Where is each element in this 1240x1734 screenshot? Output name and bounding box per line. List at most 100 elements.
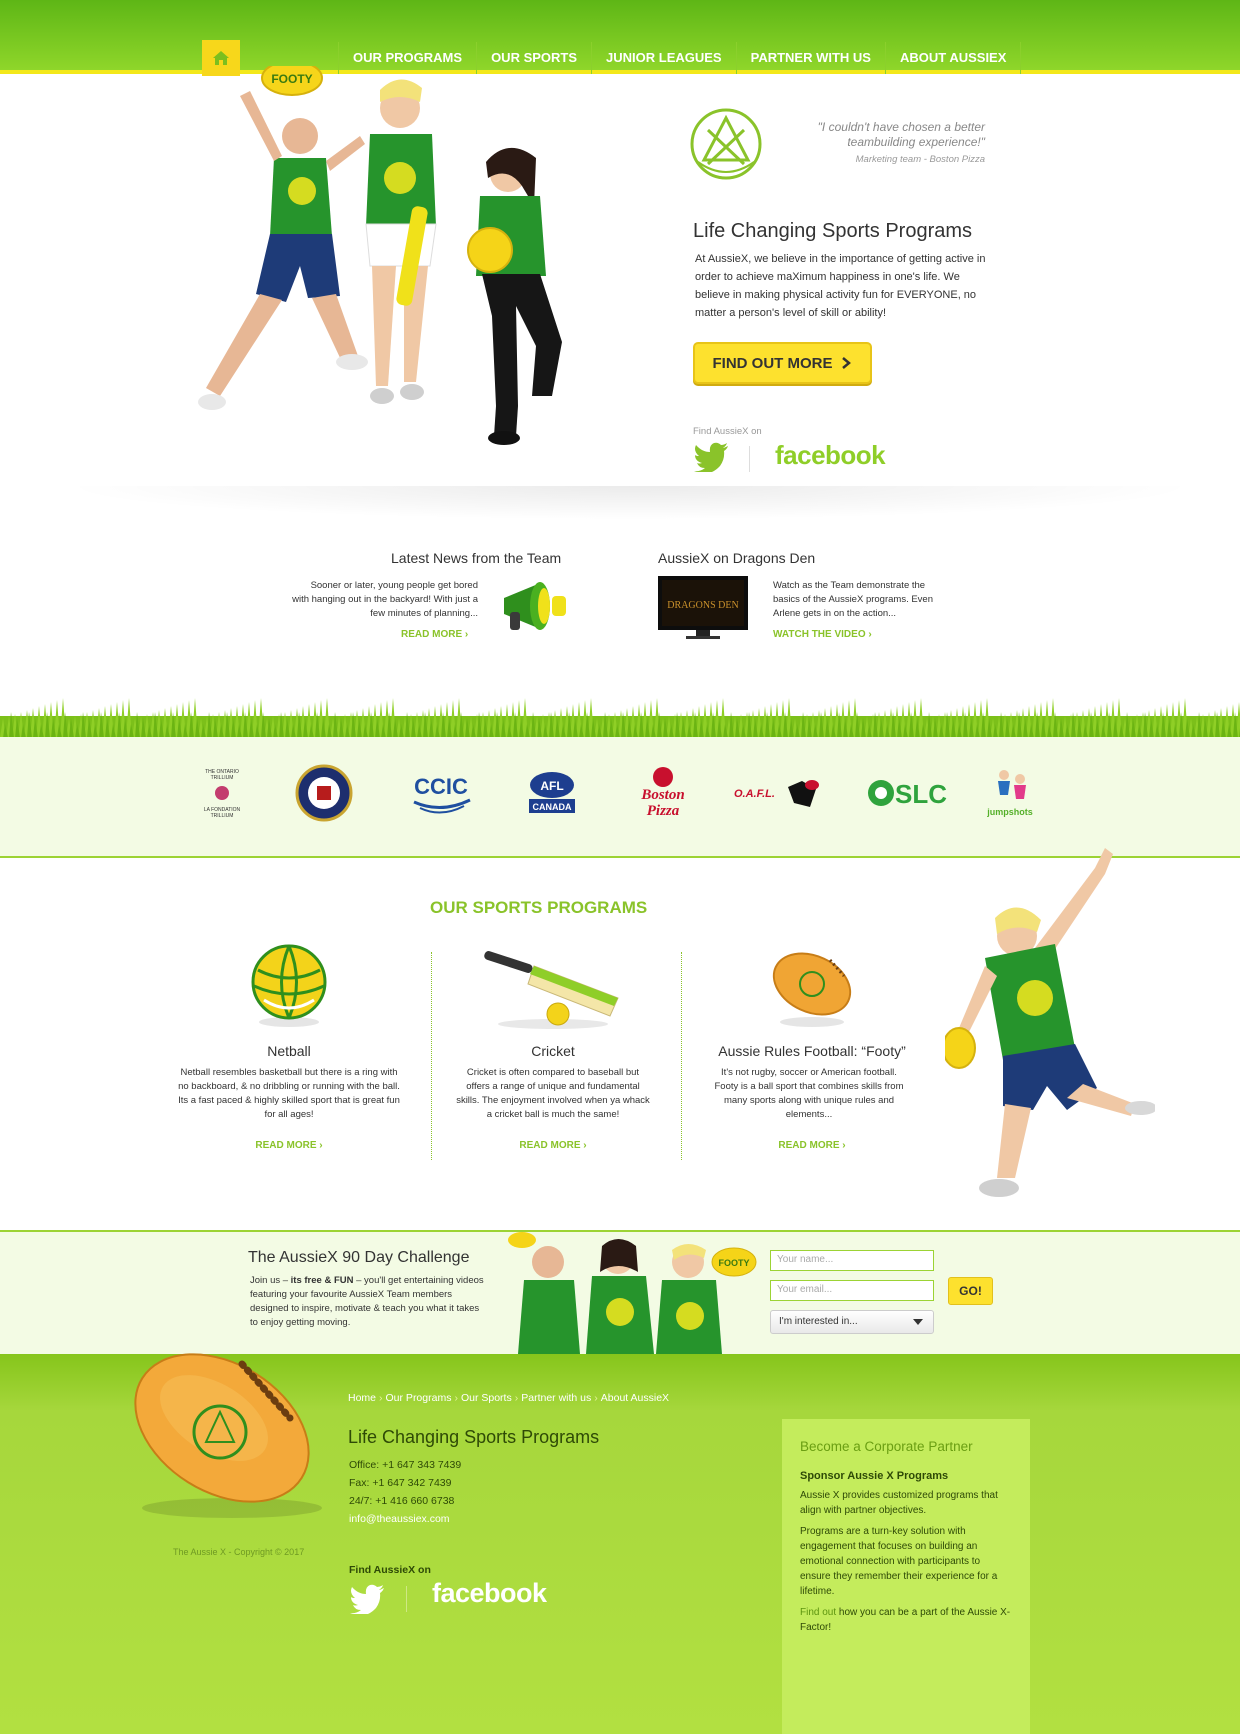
svg-text:TRILLIUM: TRILLIUM <box>211 775 234 781</box>
netball-icon <box>251 944 327 1027</box>
team-member-3 <box>467 147 562 445</box>
news-read-more-link[interactable]: READ MORE › <box>401 629 468 640</box>
dragons-den-excerpt: Watch as the Team demonstrate the basics… <box>773 580 933 619</box>
partner-logo-oslc[interactable]: SLC <box>864 759 952 827</box>
dragons-den-video-thumbnail[interactable]: DRAGONS DEN <box>656 574 750 640</box>
dragons-den-title: AussieX on Dragons Den <box>658 550 816 566</box>
footer-hotline: 24/7: +1 416 660 6738 <box>349 1495 455 1507</box>
grass-divider <box>0 698 1240 738</box>
sport-card-footy: Aussie Rules Football: “Footy” It's not … <box>697 940 927 1151</box>
footer-email-link[interactable]: info@theaussiex.com <box>349 1513 450 1525</box>
find-out-more-button[interactable]: FIND OUT MORE <box>693 342 872 384</box>
svg-text:Boston: Boston <box>640 787 684 803</box>
email-input[interactable]: Your email... <box>770 1280 934 1301</box>
chevron-down-icon <box>913 1319 923 1325</box>
hero-description: At AussieX, we believe in the importance… <box>695 253 986 319</box>
footy-ball-icon <box>772 952 852 1027</box>
footer-link-home[interactable]: Home <box>348 1392 376 1404</box>
partner-logo-boston-pizza[interactable]: Boston Pizza <box>628 759 698 827</box>
footer-links: Home › Our Programs › Our Sports › Partner wit… <box>348 1392 670 1404</box>
challenge-title: The AussieX 90 Day Challenge <box>248 1249 470 1266</box>
svg-text:TRILLIUM: TRILLIUM <box>211 813 234 819</box>
partner-logo-afl-canada[interactable]: AFL CANADA <box>522 759 582 827</box>
challenge-ball-label: FOOTY <box>719 1258 750 1268</box>
footer-find-label: Find AussieX on <box>349 1564 431 1576</box>
partner-logo-toronto[interactable] <box>294 759 354 827</box>
partner-logo-trillium[interactable]: THE ONTARIO TRILLIUM LA FONDATION TRILLIUM <box>196 759 248 827</box>
testimonial-attribution: Marketing team - Boston Pizza <box>855 154 985 165</box>
sport-card-netball: Netball Netball resembles basketball but… <box>174 940 404 1151</box>
sports-section-title: OUR SPORTS PROGRAMS <box>430 898 648 917</box>
footer-link-about[interactable]: About AussieX <box>601 1392 669 1404</box>
hero-title: Life Changing Sports Programs <box>693 220 973 242</box>
column-divider <box>431 952 432 1160</box>
footer-facebook-link[interactable]: facebook <box>432 1578 547 1609</box>
twitter-icon[interactable] <box>693 442 729 477</box>
svg-text:jumpshots: jumpshots <box>986 807 1033 817</box>
svg-text:SLC: SLC <box>895 779 947 809</box>
aussiex-logo <box>690 108 762 180</box>
corporate-text-3: Find out how you can be a part of the Au… <box>800 1605 1012 1635</box>
corporate-text-2: Programs are a turn-key solution with en… <box>800 1526 998 1597</box>
challenge-description: Join us – its free & FUN – you'll get en… <box>250 1274 485 1330</box>
hero-divider-shadow <box>60 486 1200 520</box>
sport-description: It's not rugby, soccer or American footb… <box>714 1067 904 1120</box>
svg-text:O.A.F.L.: O.A.F.L. <box>734 788 775 800</box>
name-input[interactable]: Your name... <box>770 1250 934 1271</box>
challenge-text-pre: Join us – <box>250 1275 291 1286</box>
partner-logo-ccic[interactable]: CCIC <box>408 759 474 827</box>
challenge-text-bold: its free & FUN <box>290 1275 354 1286</box>
team-member-1 <box>198 91 368 410</box>
interest-select[interactable]: I'm interested in... <box>770 1310 934 1334</box>
home-icon <box>213 51 229 65</box>
footer-link-sports[interactable]: Our Sports <box>461 1392 512 1404</box>
copyright: The Aussie X - Copyright © 2017 <box>173 1547 305 1557</box>
footer-social-divider <box>406 1586 407 1612</box>
corporate-text-1: Aussie X provides customized programs th… <box>800 1490 998 1516</box>
go-button[interactable]: GO! <box>948 1277 993 1305</box>
hero-team-photo: FOOTY <box>198 66 562 445</box>
corporate-find-out-link[interactable]: Find out <box>800 1607 836 1618</box>
footer-office-phone: Office: +1 647 343 7439 <box>349 1459 462 1471</box>
player-kicking-photo <box>945 848 1155 1197</box>
footer-link-programs[interactable]: Our Programs <box>386 1392 452 1404</box>
footer-link-partner[interactable]: Partner with us <box>521 1392 591 1404</box>
chevron-right-icon <box>841 357 851 369</box>
challenge-team-photo: FOOTY <box>508 1232 757 1354</box>
svg-text:Pizza: Pizza <box>647 803 680 819</box>
partner-logo-jumpshots[interactable]: jumpshots <box>980 759 1040 827</box>
svg-text:AFL: AFL <box>540 779 563 793</box>
footy-ball-label: FOOTY <box>271 72 312 86</box>
footy-read-more-link[interactable]: READ MORE › <box>697 1140 927 1151</box>
svg-text:CCIC: CCIC <box>414 774 468 799</box>
netball-read-more-link[interactable]: READ MORE › <box>174 1140 404 1151</box>
nav-about-aussiex[interactable]: ABOUT AUSSIEX <box>884 42 1022 74</box>
news-title: Latest News from the Team <box>391 550 562 566</box>
partner-logo-oafl[interactable]: O.A.F.L. <box>732 759 826 827</box>
read-more-label: READ MORE <box>519 1140 581 1151</box>
sport-description: Cricket is often compared to baseball bu… <box>456 1067 650 1120</box>
social-find-label: Find AussieX on <box>693 426 762 437</box>
facebook-link[interactable]: facebook <box>775 440 886 471</box>
twitter-icon[interactable] <box>349 1584 385 1619</box>
column-divider <box>681 952 682 1160</box>
cricket-bat-icon <box>484 951 619 1029</box>
footer-footy-ball <box>134 1353 322 1518</box>
news-read-more-label: READ MORE <box>401 629 463 640</box>
nav-partner-with-us[interactable]: PARTNER WITH US <box>735 42 885 74</box>
svg-text:DRAGONS DEN: DRAGONS DEN <box>667 600 738 611</box>
read-more-label: READ MORE <box>255 1140 317 1151</box>
social-divider <box>749 446 750 472</box>
corporate-title: Become a Corporate Partner <box>800 1439 973 1454</box>
partner-logos-strip: THE ONTARIO TRILLIUM LA FONDATION TRILLIUM … <box>0 737 1240 858</box>
cricket-read-more-link[interactable]: READ MORE › <box>438 1140 668 1151</box>
sport-title: Cricket <box>531 1043 575 1059</box>
footer-title: Life Changing Sports Programs <box>348 1427 600 1447</box>
watch-video-label: WATCH THE VIDEO <box>773 629 866 640</box>
watch-video-link[interactable]: WATCH THE VIDEO › <box>773 629 872 640</box>
team-member-2 <box>365 79 437 404</box>
sport-card-cricket: Cricket Cricket is often compared to bas… <box>438 940 668 1151</box>
testimonial-quote: "I couldn't have chosen a better teambui… <box>817 120 985 149</box>
corporate-partner-box: Become a Corporate Partner Sponsor Aussi… <box>782 1419 1030 1734</box>
footer-fax: Fax: +1 647 342 7439 <box>349 1477 452 1489</box>
